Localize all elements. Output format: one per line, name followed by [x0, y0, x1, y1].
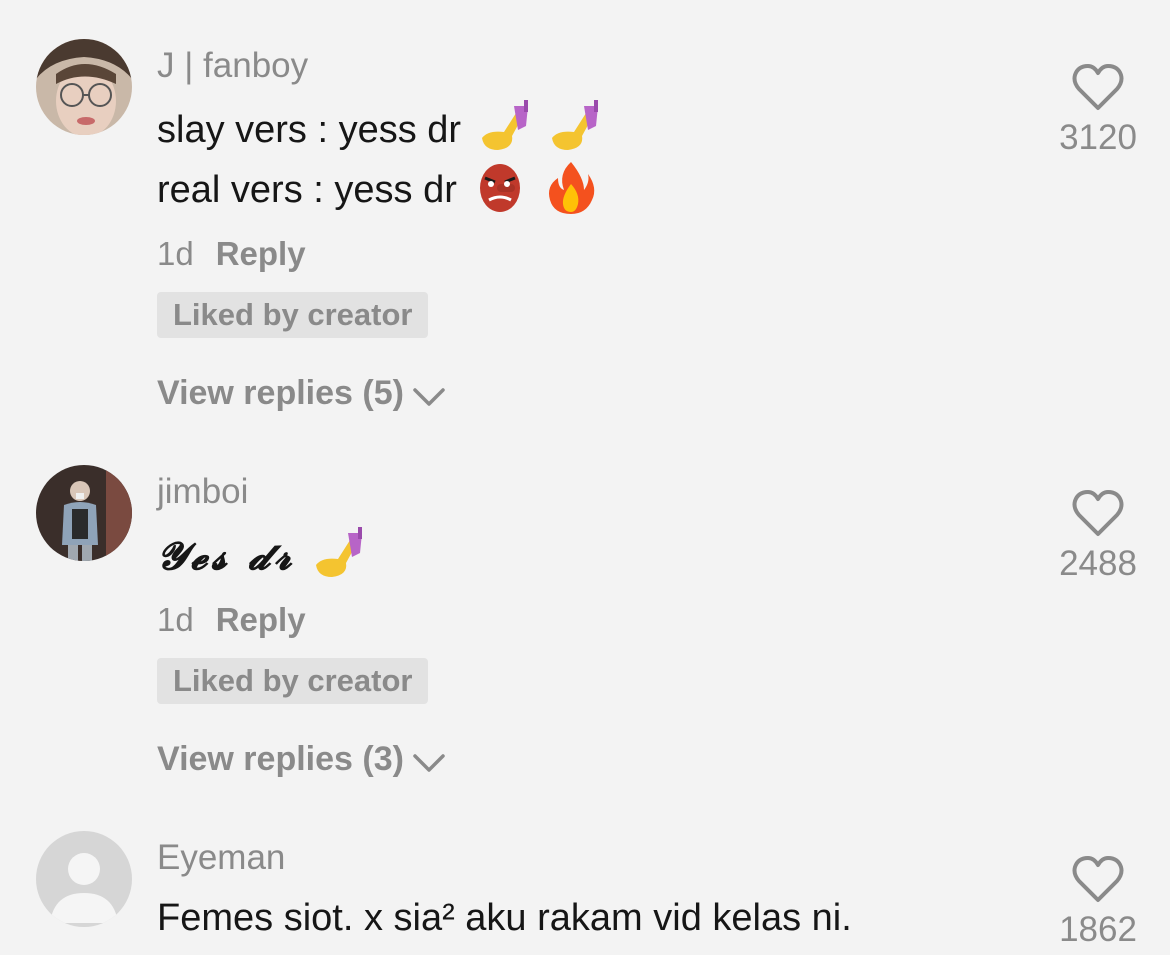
- username[interactable]: Eyeman: [157, 838, 285, 878]
- comment-text: Femes siot. x sia² aku rakam vid kelas n…: [157, 897, 852, 939]
- heart-outline-icon[interactable]: [1071, 854, 1125, 904]
- like-control: 1862: [1050, 854, 1146, 950]
- comment-text-line: Femes siot. x sia² aku rakam vid kelas n…: [157, 888, 852, 948]
- comment-item: Eyeman Femes siot. x sia² aku rakam vid …: [0, 0, 1170, 955]
- like-count: 1862: [1059, 910, 1137, 949]
- default-avatar-icon[interactable]: [36, 831, 132, 927]
